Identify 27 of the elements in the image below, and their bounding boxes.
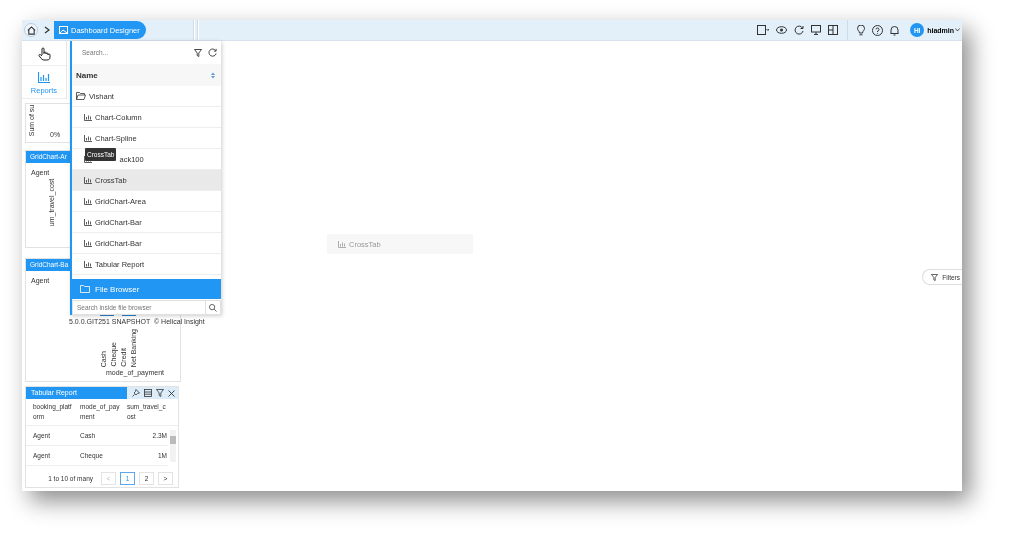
chevron-icon (44, 26, 50, 34)
monitor-icon[interactable] (809, 25, 824, 35)
refresh-icon[interactable] (792, 25, 807, 35)
caret-icon (955, 28, 960, 32)
home-button[interactable] (24, 23, 38, 37)
sort-icon (211, 71, 215, 79)
search-icon (209, 303, 217, 312)
table-icon[interactable] (144, 389, 152, 397)
bell-icon[interactable] (888, 24, 902, 36)
preview-icon[interactable] (774, 26, 790, 34)
hand-pointer-icon[interactable] (37, 47, 51, 61)
filter-icon[interactable] (156, 389, 164, 397)
folder-icon (76, 92, 86, 100)
scrollbar[interactable] (170, 430, 176, 462)
filter-icon[interactable] (194, 48, 202, 57)
home-icon (26, 25, 36, 35)
help-icon[interactable] (870, 24, 886, 36)
column-header[interactable]: Name (72, 64, 221, 86)
lightbulb-icon[interactable] (855, 24, 868, 36)
image-icon (59, 26, 68, 34)
layout-icon[interactable] (826, 25, 841, 35)
close-icon[interactable] (168, 389, 175, 397)
filter-icon (931, 273, 939, 281)
pin-icon[interactable] (132, 389, 140, 397)
folder-icon (80, 285, 90, 293)
refresh-icon[interactable] (208, 48, 217, 57)
search-button[interactable] (206, 300, 221, 315)
